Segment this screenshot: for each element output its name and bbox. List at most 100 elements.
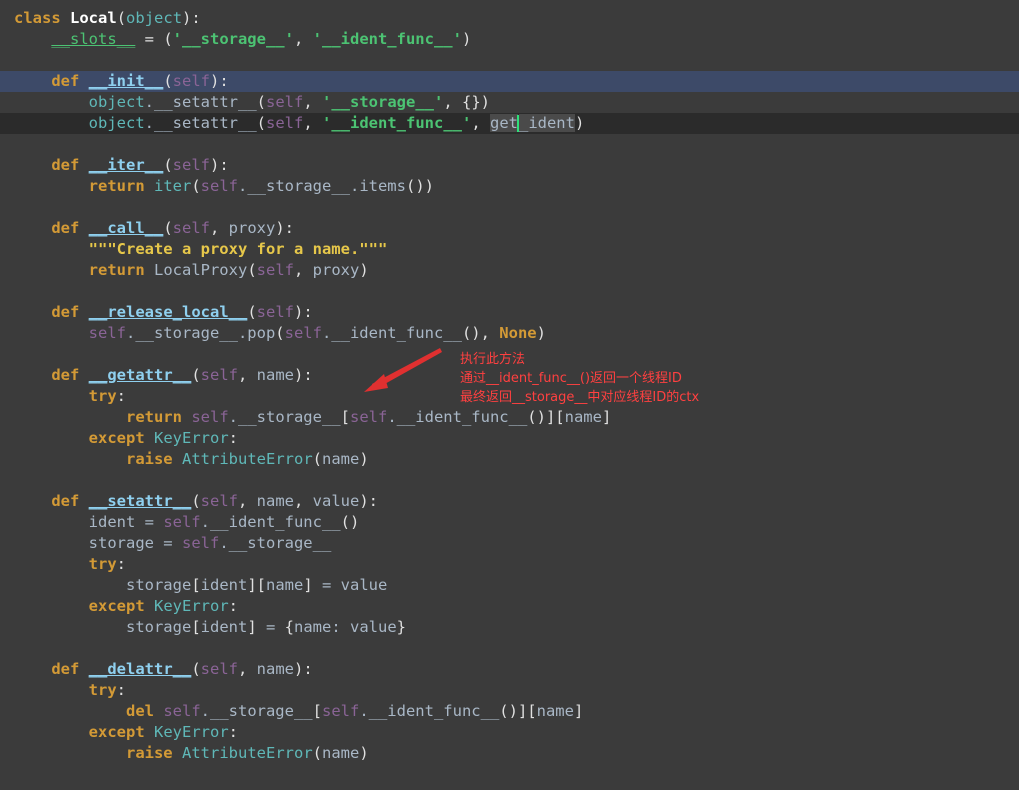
- code-token: __getattr__: [88, 366, 192, 384]
- code-token: class: [14, 9, 61, 27]
- code-token: [: [191, 618, 201, 636]
- code-token: :: [116, 387, 126, 405]
- code-line[interactable]: return LocalProxy(self, proxy): [0, 260, 1019, 281]
- code-token: self: [200, 177, 238, 195]
- code-token: ,: [238, 366, 257, 384]
- code-token: '__storage__': [322, 93, 444, 111]
- code-token: self: [256, 303, 294, 321]
- code-line[interactable]: def __delattr__(self, name):: [0, 659, 1019, 680]
- code-token: __init__: [88, 72, 164, 90]
- code-token: (: [275, 324, 285, 342]
- code-token: ):: [294, 366, 313, 384]
- code-token: (: [191, 660, 201, 678]
- code-line[interactable]: def __call__(self, proxy):: [0, 218, 1019, 239]
- code-line[interactable]: self.__storage__.pop(self.__ident_func__…: [0, 323, 1019, 344]
- code-line[interactable]: ident = self.__ident_func__(): [0, 512, 1019, 533]
- code-token: self: [284, 324, 322, 342]
- code-token: name: value: [294, 618, 397, 636]
- code-line[interactable]: try:: [0, 680, 1019, 701]
- code-line[interactable]: object.__setattr__(self, '__storage__', …: [0, 92, 1019, 113]
- code-token: return: [125, 408, 182, 426]
- code-line[interactable]: raise AttributeError(name): [0, 449, 1019, 470]
- code-line[interactable]: [0, 134, 1019, 155]
- code-token: :: [116, 681, 126, 699]
- code-token: (: [163, 156, 173, 174]
- code-token: (: [191, 492, 201, 510]
- code-line[interactable]: object.__setattr__(self, '__ident_func__…: [0, 113, 1019, 134]
- code-token: try: [88, 387, 117, 405]
- code-token: ident: [200, 618, 248, 636]
- code-line[interactable]: except KeyError:: [0, 428, 1019, 449]
- code-token: ):: [210, 72, 229, 90]
- code-line[interactable]: [0, 638, 1019, 659]
- code-line[interactable]: storage[ident][name] = value: [0, 575, 1019, 596]
- code-token: __call__: [88, 219, 164, 237]
- code-token: self: [321, 702, 360, 720]
- code-line[interactable]: [0, 50, 1019, 71]
- code-line[interactable]: __slots__ = ('__storage__', '__ident_fun…: [0, 29, 1019, 50]
- code-line[interactable]: return iter(self.__storage__.items()): [0, 176, 1019, 197]
- code-token: '__storage__': [172, 30, 294, 48]
- code-line[interactable]: except KeyError:: [0, 596, 1019, 617]
- code-token: def: [51, 303, 80, 321]
- code-token: ]: [247, 618, 257, 636]
- code-line[interactable]: except KeyError:: [0, 722, 1019, 743]
- code-token: ()][: [499, 702, 537, 720]
- code-token: def: [51, 219, 80, 237]
- code-line[interactable]: storage[ident] = {name: value}: [0, 617, 1019, 638]
- code-token: self: [172, 219, 210, 237]
- code-token: return: [88, 261, 145, 279]
- code-token: (: [191, 177, 201, 195]
- code-line[interactable]: def __setattr__(self, name, value):: [0, 491, 1019, 512]
- code-token: }: [396, 618, 407, 636]
- code-token: object: [126, 9, 183, 27]
- code-token: {: [284, 618, 295, 636]
- code-token: (),: [461, 324, 500, 342]
- code-token: self: [172, 156, 210, 174]
- code-token: ,: [238, 660, 257, 678]
- code-line[interactable]: try:: [0, 554, 1019, 575]
- code-token: name: [266, 576, 304, 594]
- code-token: .__storage__.items: [238, 177, 406, 195]
- code-token: KeyError: [154, 597, 229, 615]
- code-token: self: [181, 534, 220, 552]
- code-token: ()): [405, 177, 434, 195]
- code-token: ,: [293, 261, 313, 279]
- code-line[interactable]: del self.__storage__[self.__ident_func__…: [0, 701, 1019, 722]
- code-line[interactable]: def __release_local__(self):: [0, 302, 1019, 323]
- code-line[interactable]: [0, 281, 1019, 302]
- code-line[interactable]: def __iter__(self):: [0, 155, 1019, 176]
- code-line[interactable]: def __init__(self):: [0, 71, 1019, 92]
- code-token: name: [564, 408, 602, 426]
- code-token: storage: [14, 618, 192, 636]
- code-token: ): [359, 450, 369, 468]
- code-line[interactable]: """Create a proxy for a name.""": [0, 239, 1019, 260]
- code-line[interactable]: [0, 197, 1019, 218]
- annotation-note: 执行此方法 通过__ident_func__()返回一个线程ID 最终返回__s…: [460, 350, 699, 407]
- code-line[interactable]: [0, 470, 1019, 491]
- code-token: ident =: [14, 513, 164, 531]
- code-line[interactable]: class Local(object):: [0, 8, 1019, 29]
- code-line[interactable]: storage = self.__storage__: [0, 533, 1019, 554]
- code-line[interactable]: raise AttributeError(name): [0, 743, 1019, 764]
- code-token: (: [191, 366, 201, 384]
- code-token: def: [51, 660, 80, 678]
- code-token: proxy: [228, 219, 276, 237]
- code-token: self: [349, 408, 388, 426]
- code-token: self: [256, 261, 294, 279]
- code-token: [: [312, 702, 322, 720]
- code-line[interactable]: return self.__storage__[self.__ident_fun…: [0, 407, 1019, 428]
